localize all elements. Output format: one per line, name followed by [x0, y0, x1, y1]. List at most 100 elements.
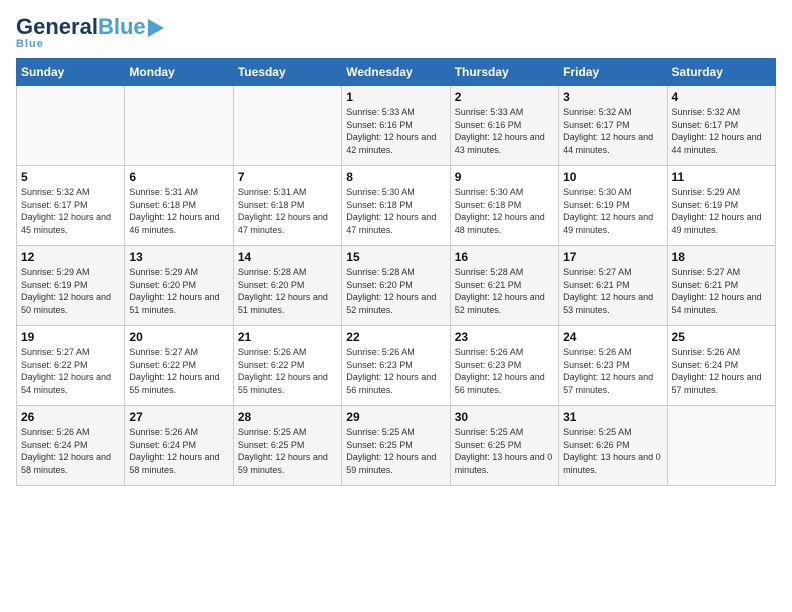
day-number: 27 [129, 410, 228, 424]
calendar-cell: 14 Sunrise: 5:28 AMSunset: 6:20 PMDaylig… [233, 246, 341, 326]
day-number: 25 [672, 330, 771, 344]
day-number: 11 [672, 170, 771, 184]
calendar-cell: 16 Sunrise: 5:28 AMSunset: 6:21 PMDaylig… [450, 246, 558, 326]
calendar-cell: 10 Sunrise: 5:30 AMSunset: 6:19 PMDaylig… [559, 166, 667, 246]
day-number: 29 [346, 410, 445, 424]
weekday-header: Sunday [17, 59, 125, 86]
day-info: Sunrise: 5:30 AMSunset: 6:19 PMDaylight:… [563, 186, 662, 236]
day-info: Sunrise: 5:27 AMSunset: 6:21 PMDaylight:… [563, 266, 662, 316]
day-info: Sunrise: 5:27 AMSunset: 6:22 PMDaylight:… [21, 346, 120, 396]
calendar-week-row: 1 Sunrise: 5:33 AMSunset: 6:16 PMDayligh… [17, 86, 776, 166]
day-number: 7 [238, 170, 337, 184]
day-info: Sunrise: 5:26 AMSunset: 6:23 PMDaylight:… [346, 346, 445, 396]
calendar-cell [233, 86, 341, 166]
day-number: 16 [455, 250, 554, 264]
day-number: 24 [563, 330, 662, 344]
day-number: 2 [455, 90, 554, 104]
day-number: 17 [563, 250, 662, 264]
calendar-cell: 24 Sunrise: 5:26 AMSunset: 6:23 PMDaylig… [559, 326, 667, 406]
day-info: Sunrise: 5:32 AMSunset: 6:17 PMDaylight:… [563, 106, 662, 156]
day-number: 15 [346, 250, 445, 264]
calendar-cell: 27 Sunrise: 5:26 AMSunset: 6:24 PMDaylig… [125, 406, 233, 486]
calendar-cell: 25 Sunrise: 5:26 AMSunset: 6:24 PMDaylig… [667, 326, 775, 406]
day-number: 6 [129, 170, 228, 184]
day-info: Sunrise: 5:32 AMSunset: 6:17 PMDaylight:… [672, 106, 771, 156]
calendar-cell: 8 Sunrise: 5:30 AMSunset: 6:18 PMDayligh… [342, 166, 450, 246]
weekday-header: Tuesday [233, 59, 341, 86]
day-number: 30 [455, 410, 554, 424]
day-number: 9 [455, 170, 554, 184]
day-info: Sunrise: 5:33 AMSunset: 6:16 PMDaylight:… [346, 106, 445, 156]
logo: GeneralBlue Blue [16, 16, 164, 50]
day-number: 22 [346, 330, 445, 344]
calendar-week-row: 19 Sunrise: 5:27 AMSunset: 6:22 PMDaylig… [17, 326, 776, 406]
logo-text: GeneralBlue [16, 16, 164, 38]
calendar-cell [17, 86, 125, 166]
day-number: 14 [238, 250, 337, 264]
weekday-header: Friday [559, 59, 667, 86]
calendar-cell: 26 Sunrise: 5:26 AMSunset: 6:24 PMDaylig… [17, 406, 125, 486]
calendar-cell: 1 Sunrise: 5:33 AMSunset: 6:16 PMDayligh… [342, 86, 450, 166]
day-number: 23 [455, 330, 554, 344]
day-info: Sunrise: 5:25 AMSunset: 6:25 PMDaylight:… [238, 426, 337, 476]
day-number: 21 [238, 330, 337, 344]
day-info: Sunrise: 5:26 AMSunset: 6:22 PMDaylight:… [238, 346, 337, 396]
day-info: Sunrise: 5:29 AMSunset: 6:20 PMDaylight:… [129, 266, 228, 316]
day-info: Sunrise: 5:28 AMSunset: 6:21 PMDaylight:… [455, 266, 554, 316]
calendar-cell: 4 Sunrise: 5:32 AMSunset: 6:17 PMDayligh… [667, 86, 775, 166]
calendar-cell: 3 Sunrise: 5:32 AMSunset: 6:17 PMDayligh… [559, 86, 667, 166]
calendar-cell: 9 Sunrise: 5:30 AMSunset: 6:18 PMDayligh… [450, 166, 558, 246]
weekday-header: Thursday [450, 59, 558, 86]
day-info: Sunrise: 5:30 AMSunset: 6:18 PMDaylight:… [346, 186, 445, 236]
weekday-header: Monday [125, 59, 233, 86]
day-info: Sunrise: 5:27 AMSunset: 6:22 PMDaylight:… [129, 346, 228, 396]
calendar-cell: 11 Sunrise: 5:29 AMSunset: 6:19 PMDaylig… [667, 166, 775, 246]
weekday-header: Wednesday [342, 59, 450, 86]
calendar-cell: 20 Sunrise: 5:27 AMSunset: 6:22 PMDaylig… [125, 326, 233, 406]
calendar-cell: 12 Sunrise: 5:29 AMSunset: 6:19 PMDaylig… [17, 246, 125, 326]
day-info: Sunrise: 5:28 AMSunset: 6:20 PMDaylight:… [238, 266, 337, 316]
day-number: 20 [129, 330, 228, 344]
day-number: 5 [21, 170, 120, 184]
calendar-week-row: 26 Sunrise: 5:26 AMSunset: 6:24 PMDaylig… [17, 406, 776, 486]
calendar-table: SundayMondayTuesdayWednesdayThursdayFrid… [16, 58, 776, 486]
calendar-cell: 30 Sunrise: 5:25 AMSunset: 6:25 PMDaylig… [450, 406, 558, 486]
calendar-cell: 18 Sunrise: 5:27 AMSunset: 6:21 PMDaylig… [667, 246, 775, 326]
day-info: Sunrise: 5:27 AMSunset: 6:21 PMDaylight:… [672, 266, 771, 316]
day-info: Sunrise: 5:25 AMSunset: 6:25 PMDaylight:… [455, 426, 554, 476]
day-info: Sunrise: 5:31 AMSunset: 6:18 PMDaylight:… [238, 186, 337, 236]
day-number: 4 [672, 90, 771, 104]
day-number: 3 [563, 90, 662, 104]
calendar-cell: 21 Sunrise: 5:26 AMSunset: 6:22 PMDaylig… [233, 326, 341, 406]
calendar-week-row: 5 Sunrise: 5:32 AMSunset: 6:17 PMDayligh… [17, 166, 776, 246]
day-info: Sunrise: 5:31 AMSunset: 6:18 PMDaylight:… [129, 186, 228, 236]
day-info: Sunrise: 5:25 AMSunset: 6:26 PMDaylight:… [563, 426, 662, 476]
logo-subtitle: Blue [16, 38, 44, 50]
calendar-cell: 15 Sunrise: 5:28 AMSunset: 6:20 PMDaylig… [342, 246, 450, 326]
day-number: 26 [21, 410, 120, 424]
weekday-header-row: SundayMondayTuesdayWednesdayThursdayFrid… [17, 59, 776, 86]
calendar-cell: 19 Sunrise: 5:27 AMSunset: 6:22 PMDaylig… [17, 326, 125, 406]
day-number: 18 [672, 250, 771, 264]
day-info: Sunrise: 5:26 AMSunset: 6:24 PMDaylight:… [672, 346, 771, 396]
day-number: 19 [21, 330, 120, 344]
day-info: Sunrise: 5:26 AMSunset: 6:23 PMDaylight:… [455, 346, 554, 396]
day-info: Sunrise: 5:28 AMSunset: 6:20 PMDaylight:… [346, 266, 445, 316]
calendar-cell: 13 Sunrise: 5:29 AMSunset: 6:20 PMDaylig… [125, 246, 233, 326]
day-info: Sunrise: 5:29 AMSunset: 6:19 PMDaylight:… [21, 266, 120, 316]
calendar-cell: 2 Sunrise: 5:33 AMSunset: 6:16 PMDayligh… [450, 86, 558, 166]
calendar-week-row: 12 Sunrise: 5:29 AMSunset: 6:19 PMDaylig… [17, 246, 776, 326]
day-info: Sunrise: 5:26 AMSunset: 6:23 PMDaylight:… [563, 346, 662, 396]
day-number: 28 [238, 410, 337, 424]
day-info: Sunrise: 5:26 AMSunset: 6:24 PMDaylight:… [129, 426, 228, 476]
calendar-cell: 17 Sunrise: 5:27 AMSunset: 6:21 PMDaylig… [559, 246, 667, 326]
calendar-cell [125, 86, 233, 166]
day-info: Sunrise: 5:32 AMSunset: 6:17 PMDaylight:… [21, 186, 120, 236]
day-number: 8 [346, 170, 445, 184]
day-number: 13 [129, 250, 228, 264]
calendar-cell: 7 Sunrise: 5:31 AMSunset: 6:18 PMDayligh… [233, 166, 341, 246]
day-info: Sunrise: 5:33 AMSunset: 6:16 PMDaylight:… [455, 106, 554, 156]
calendar-cell: 29 Sunrise: 5:25 AMSunset: 6:25 PMDaylig… [342, 406, 450, 486]
day-info: Sunrise: 5:30 AMSunset: 6:18 PMDaylight:… [455, 186, 554, 236]
calendar-cell: 6 Sunrise: 5:31 AMSunset: 6:18 PMDayligh… [125, 166, 233, 246]
